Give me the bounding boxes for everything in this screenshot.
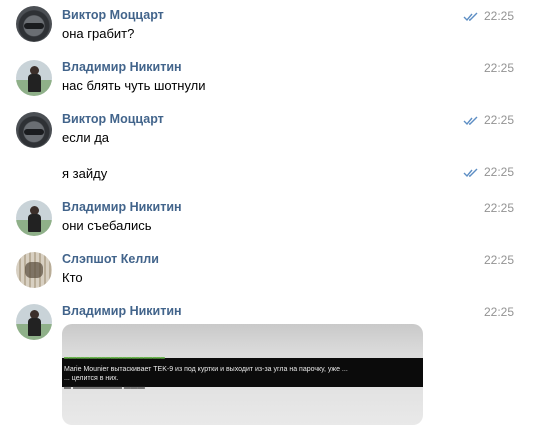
message-text: нас блять чуть шотнули — [62, 78, 206, 93]
screenshot-decor-line: ▬ ▬▬▬▬▬▬▬ ▬▬▬ — [64, 384, 145, 391]
message-text: если да — [62, 130, 110, 145]
sender-avatar[interactable] — [16, 60, 52, 96]
message-author[interactable]: Владимир Никитин — [62, 200, 182, 214]
message-time: 22:25 — [483, 9, 514, 23]
message-text: Кто — [62, 270, 83, 285]
double-check-icon — [463, 116, 478, 126]
sender-avatar[interactable] — [16, 200, 52, 236]
sender-avatar[interactable] — [16, 304, 52, 340]
message-text: я зайду — [62, 166, 108, 181]
message-author[interactable]: Виктор Моццарт — [62, 8, 164, 22]
message-time: 22:25 — [483, 165, 514, 179]
message-text: она грабит? — [62, 26, 135, 41]
image-attachment[interactable]: ▬▬▬▬▬▬▬▬▬▬▬▬▬▬▬▬▬▬▬▬▬▬▬▬ Marie Mounier в… — [62, 324, 423, 425]
message-time: 22:25 — [483, 61, 514, 75]
message-time: 22:25 — [483, 253, 514, 267]
sender-avatar[interactable] — [16, 6, 52, 42]
screenshot-text-line: Marie Mounier вытаскивает TEK-9 из под к… — [64, 366, 348, 373]
sender-avatar[interactable] — [16, 112, 52, 148]
message-time: 22:25 — [483, 113, 514, 127]
double-check-icon — [463, 12, 478, 22]
screenshot-decor-line: ▬▬▬▬▬▬▬▬▬▬▬▬▬▬▬▬▬▬▬▬▬▬▬▬ — [64, 354, 165, 362]
sender-avatar[interactable] — [16, 252, 52, 288]
double-check-icon — [463, 168, 478, 178]
message-author[interactable]: Владимир Никитин — [62, 304, 182, 318]
message-text: они съебались — [62, 218, 152, 233]
message-author[interactable]: Владимир Никитин — [62, 60, 182, 74]
message-author[interactable]: Слэпшот Келли — [62, 252, 159, 266]
message-time: 22:25 — [483, 201, 514, 215]
message-time: 22:25 — [483, 305, 514, 319]
message-author[interactable]: Виктор Моццарт — [62, 112, 164, 126]
message-feed: Виктор Моццарт 22:25 она грабит? Владими… — [0, 0, 542, 440]
screenshot-text-line: ... целится в них. — [64, 375, 119, 382]
